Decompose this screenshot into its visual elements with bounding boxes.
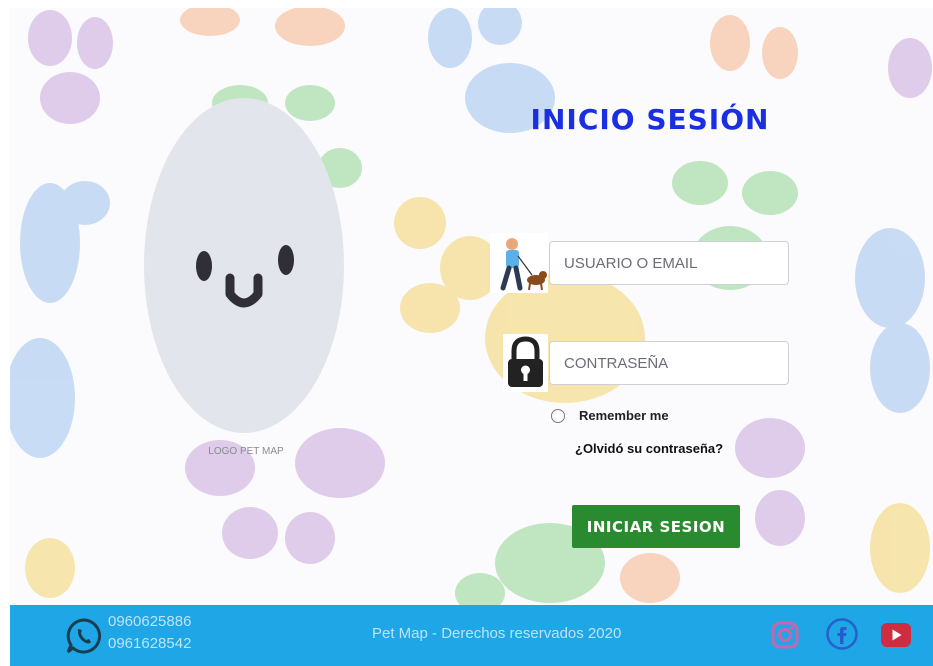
phone-numbers: 0960625886 0961628542 xyxy=(108,611,191,655)
forgot-password-link[interactable]: ¿Olvidó su contraseña? xyxy=(575,441,723,456)
copyright-text: Pet Map - Derechos reservados 2020 xyxy=(372,625,622,642)
page-title: INICIO SESIÓN xyxy=(530,103,770,136)
username-input[interactable] xyxy=(549,241,789,285)
whatsapp-icon[interactable] xyxy=(65,617,103,655)
facebook-icon[interactable] xyxy=(825,617,859,651)
instagram-icon[interactable] xyxy=(771,621,799,649)
youtube-icon[interactable] xyxy=(880,622,912,648)
login-button[interactable]: INICIAR SESION xyxy=(572,505,740,548)
phone-number-1: 0960625886 xyxy=(108,613,192,630)
dog-walker-icon xyxy=(490,233,548,293)
remember-me-label: Remember me xyxy=(579,408,669,423)
password-input[interactable] xyxy=(549,341,789,385)
logo-caption: LOGO PET MAP xyxy=(208,446,284,457)
logo-placeholder xyxy=(144,98,344,433)
phone-number-2: 0961628542 xyxy=(108,635,192,652)
remember-me-radio[interactable] xyxy=(551,408,565,423)
smiley-face-icon xyxy=(196,245,294,308)
footer: 0960625886 0961628542 Pet Map - Derechos… xyxy=(10,605,933,666)
page-frame: LOGO PET MAP INICIO SESIÓN Remember me xyxy=(10,8,933,666)
remember-me[interactable]: Remember me xyxy=(551,408,669,423)
lock-icon xyxy=(503,334,548,392)
